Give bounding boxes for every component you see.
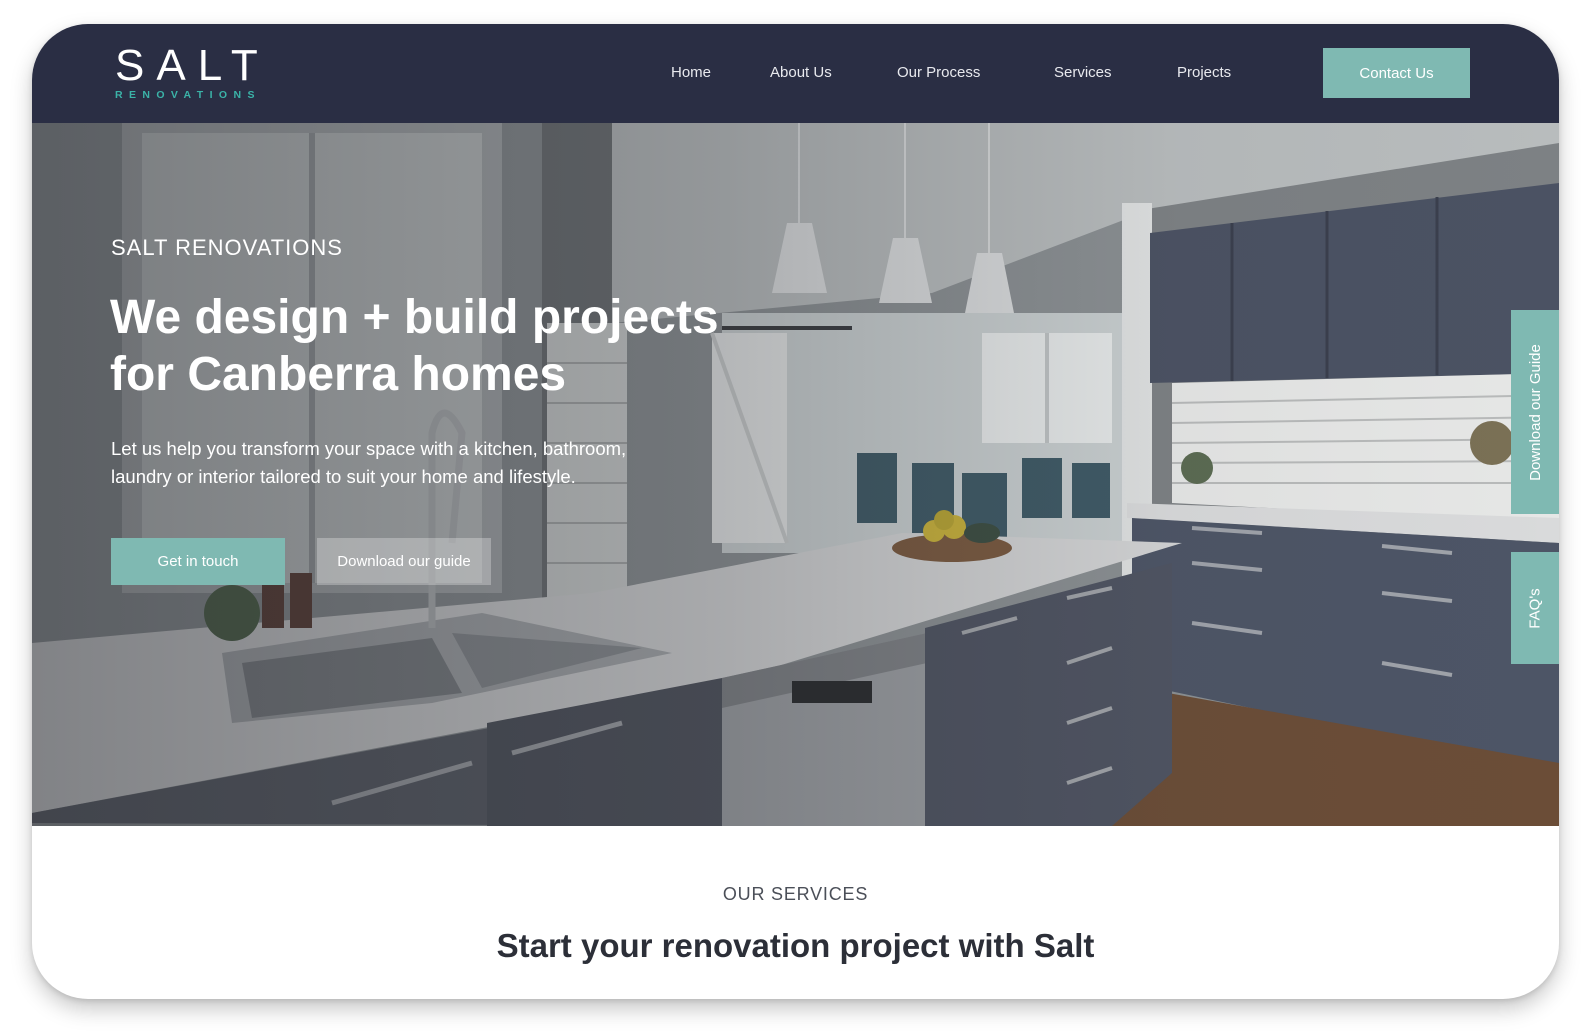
get-in-touch-button[interactable]: Get in touch [111, 538, 285, 585]
hero-title-line2: for Canberra homes [110, 348, 567, 401]
nav-item-services[interactable]: Services [1054, 64, 1112, 81]
services-title: Start your renovation project with Salt [496, 927, 1095, 964]
hero-title-line1: We design + build projects [110, 291, 719, 344]
side-tab-faqs-label: FAQ's [1526, 587, 1544, 629]
side-tab-download-guide-label: Download our Guide [1526, 343, 1544, 481]
logo-wordmark: SALT [115, 41, 270, 90]
nav-item-our-process[interactable]: Our Process [897, 64, 980, 81]
nav-item-about-us[interactable]: About Us [770, 64, 832, 81]
contact-us-button[interactable]: Contact Us [1323, 48, 1470, 98]
site-logo[interactable]: SALT RENOVATIONS [115, 41, 270, 102]
hero-title: We design + build projects for Canberra … [110, 289, 770, 403]
hero-description: Let us help you transform your space wit… [111, 435, 721, 491]
logo-subtitle: RENOVATIONS [115, 89, 261, 101]
hero-description-line1: Let us help you transform your space wit… [111, 438, 627, 459]
nav-item-home[interactable]: Home [671, 64, 711, 81]
services-eyebrow: OUR SERVICES [722, 884, 869, 904]
top-navbar: SALT RENOVATIONS Home About Us Our Proce… [32, 24, 1559, 123]
hero-eyebrow: SALT RENOVATIONS [111, 235, 343, 260]
side-tab-faqs[interactable]: FAQ's [1511, 552, 1559, 664]
hero-description-line2: laundry or interior tailored to suit you… [111, 466, 576, 487]
download-guide-button[interactable]: Download our guide [317, 538, 491, 585]
browser-frame: SALT RENOVATIONS Home About Us Our Proce… [32, 24, 1559, 999]
hero-section: SALT RENOVATIONS We design + build proje… [32, 123, 1559, 826]
nav-item-projects[interactable]: Projects [1177, 64, 1231, 81]
side-tab-download-guide[interactable]: Download our Guide [1511, 310, 1559, 514]
